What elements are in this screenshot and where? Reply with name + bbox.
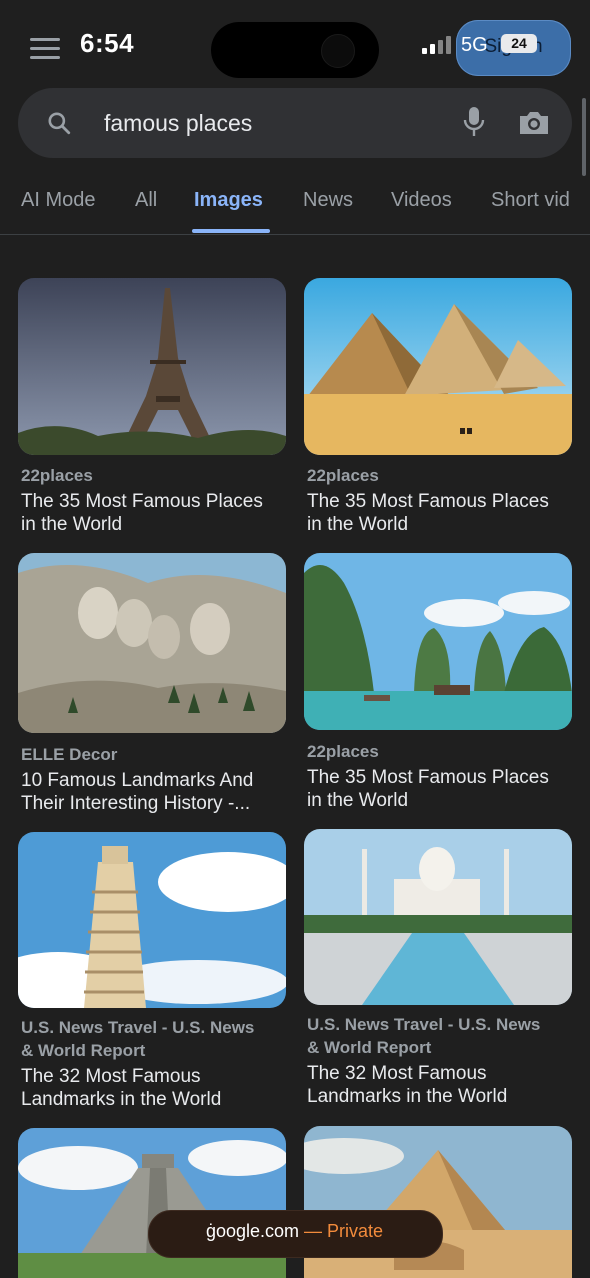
result-source[interactable]: U.S. News Travel - U.S. News & World Repo… xyxy=(307,1013,569,1059)
result-source[interactable]: 22places xyxy=(307,464,569,487)
result-image-eiffel-tower[interactable] xyxy=(18,278,286,455)
result-source[interactable]: U.S. News Travel - U.S. News & World Repo… xyxy=(21,1016,283,1062)
tab-images[interactable]: Images xyxy=(194,189,263,212)
scrollbar[interactable] xyxy=(582,98,586,176)
hamburger-menu-icon[interactable] xyxy=(30,38,60,60)
tab-short-videos[interactable]: Short vid xyxy=(491,189,572,212)
tab-videos[interactable]: Videos xyxy=(391,189,452,212)
result-source[interactable]: 22places xyxy=(21,464,283,487)
address-bar-text[interactable]: ġoogle.com — Private xyxy=(148,1221,441,1242)
battery-level: 24 xyxy=(511,35,527,51)
result-title[interactable]: The 32 Most Famous Landmarks in the World xyxy=(21,1065,283,1111)
result-title[interactable]: The 35 Most Famous Places in the World xyxy=(307,766,569,812)
result-title[interactable]: The 35 Most Famous Places in the World xyxy=(21,490,283,536)
battery-icon: 24 xyxy=(501,34,537,53)
tab-ai-mode[interactable]: AI Mode xyxy=(21,189,95,212)
result-title[interactable]: 10 Famous Landmarks And Their Interesting… xyxy=(21,769,283,815)
result-source[interactable]: 22places xyxy=(307,740,569,763)
result-source[interactable]: ELLE Decor xyxy=(21,743,283,766)
search-bar[interactable] xyxy=(18,88,572,158)
status-time: 6:54 xyxy=(80,28,135,58)
search-input[interactable]: famous places xyxy=(104,110,252,137)
tab-all[interactable]: All xyxy=(135,189,157,212)
result-image-giza-pyramids[interactable] xyxy=(304,278,572,455)
microphone-icon[interactable] xyxy=(462,106,486,138)
result-image-mount-rushmore[interactable] xyxy=(18,553,286,733)
result-image-leaning-tower-of-pisa[interactable] xyxy=(18,832,286,1008)
private-separator: — xyxy=(299,1221,328,1241)
dynamic-island xyxy=(211,22,379,78)
result-image-taj-mahal[interactable] xyxy=(304,829,572,1005)
domain-label: ġoogle.com xyxy=(205,1221,299,1241)
network-type: 5G xyxy=(461,34,488,56)
result-title[interactable]: The 32 Most Famous Landmarks in the World xyxy=(307,1062,569,1108)
private-mode-label: Private xyxy=(327,1221,384,1241)
signal-strength-icon xyxy=(422,36,452,54)
active-tab-indicator xyxy=(192,229,270,233)
tabs-divider xyxy=(0,234,590,235)
result-image-ha-long-bay[interactable] xyxy=(304,553,572,730)
tab-news[interactable]: News xyxy=(303,189,353,212)
camera-icon[interactable] xyxy=(518,110,550,136)
result-title[interactable]: The 35 Most Famous Places in the World xyxy=(307,490,569,536)
search-icon[interactable] xyxy=(46,110,72,136)
